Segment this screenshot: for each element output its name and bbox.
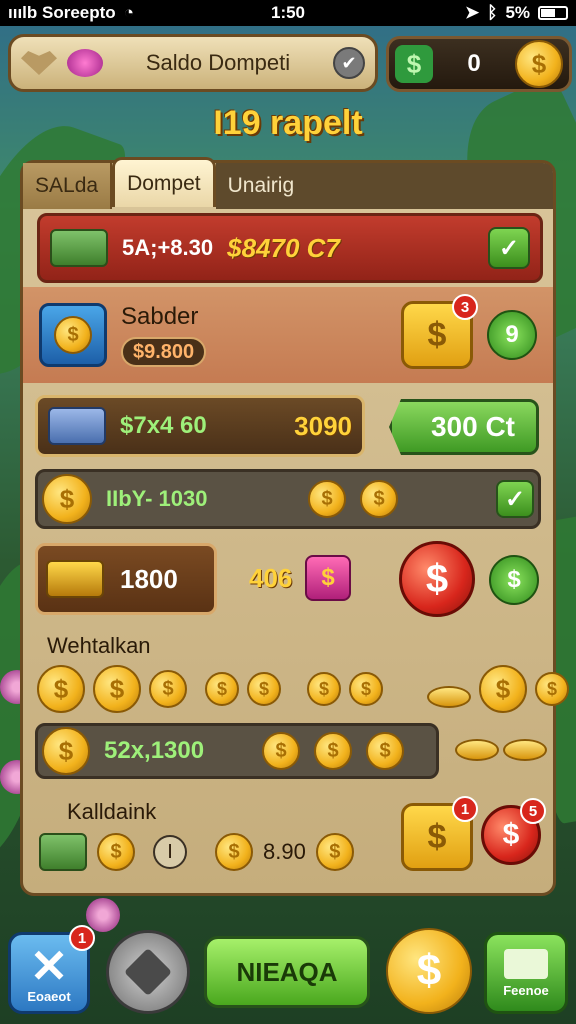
- coin-balance: 0: [467, 50, 481, 77]
- menu-button[interactable]: [106, 930, 190, 1014]
- location-icon: ➤: [464, 3, 480, 22]
- page-heading: I19 rapelt: [213, 104, 363, 142]
- coin-row-value: IIbY- 1030: [106, 486, 208, 511]
- row-value: 5A;+8.30: [122, 235, 214, 260]
- coin-icon: $: [366, 732, 404, 770]
- shop-button[interactable]: Feenoe: [484, 932, 568, 1014]
- gold-bar-icon: [46, 560, 104, 598]
- notification-badge: 5: [520, 798, 546, 824]
- coin-icon: $: [247, 672, 281, 706]
- coin-icon: $: [262, 732, 300, 770]
- coin-icon: $: [307, 672, 341, 706]
- coin-icon: $: [42, 474, 92, 524]
- coin-row: $ IIbY- 1030 $ $ ✓: [35, 469, 541, 529]
- tab-unairig[interactable]: Unairig: [215, 163, 553, 209]
- coin-icon: $: [349, 672, 383, 706]
- status-bar: ııılb Soreepto ◔ 1:50 ➤ ᛒ 5%: [0, 0, 576, 26]
- diamond-icon: [123, 947, 173, 997]
- tab-dompet[interactable]: Dompet: [112, 157, 216, 207]
- close-icon: ✕: [29, 939, 69, 992]
- coin-stack-group: [455, 739, 547, 761]
- cash-stack-icon: [39, 833, 87, 871]
- withdraw-bar[interactable]: $ 52x,1300 $ $ $: [35, 723, 439, 779]
- carrier-label: ııılb Soreepto: [8, 3, 116, 22]
- primary-action-button[interactable]: NIEAQA: [204, 936, 370, 1008]
- confirm-check-button[interactable]: ✓: [496, 480, 534, 518]
- gold-mid-value: 406: [249, 563, 293, 593]
- tab-bar: SALda Dompet Unairig: [23, 157, 553, 209]
- gold-amount: 1800: [120, 563, 178, 594]
- green-action-button[interactable]: 9: [487, 310, 537, 360]
- coin-stack-icon: [503, 739, 547, 761]
- coin-shop-button[interactable]: $: [386, 928, 472, 1014]
- gold-coin-button[interactable]: $3: [401, 294, 478, 369]
- battery-percent: 5%: [505, 3, 531, 22]
- header-title: Saldo Dompeti: [145, 50, 291, 75]
- account-row: $ Sabder $9.800 $3 9: [23, 287, 553, 383]
- kalldaink-label: Kalldaink: [67, 799, 157, 824]
- row-amount: $8470 C7: [227, 232, 340, 263]
- battery-icon: [538, 6, 569, 20]
- coin-stack-icon: $: [39, 303, 107, 367]
- bluetooth-icon: ᛒ: [487, 3, 498, 22]
- cash-icon: [48, 407, 106, 445]
- kalldaink-row: $ I $ 8.90 $: [39, 833, 354, 871]
- tab-saldo[interactable]: SALda: [23, 163, 113, 209]
- bottom-nav: ✕ Eoaeot 1 NIEAQA $ Feenoe: [0, 925, 576, 1024]
- withdraw-amount: 52x,1300: [104, 737, 205, 764]
- check-icon[interactable]: ✔: [333, 47, 365, 79]
- coin-icon: $: [93, 665, 141, 713]
- coin-icon: $: [308, 480, 346, 518]
- account-name: Sabder: [121, 303, 199, 330]
- coin-icon: $: [97, 833, 135, 871]
- notification-badge: 3: [452, 294, 478, 320]
- coin-icon: $: [315, 833, 354, 871]
- coin-balance-bar[interactable]: $ 0 $: [386, 36, 572, 92]
- wallet-header: Saldo Dompeti ✔: [8, 34, 378, 92]
- account-amount: $9.800: [121, 337, 207, 367]
- confirm-check-button[interactable]: ✓: [488, 227, 530, 269]
- transaction-row[interactable]: 5A;+8.30 $8470 C7 ✓: [37, 213, 543, 283]
- exchange-row: $7x4 60 3090: [35, 395, 365, 457]
- info-oval[interactable]: I: [153, 835, 187, 869]
- wallet-panel: SALda Dompet Unairig 5A;+8.30 $8470 C7 ✓…: [20, 157, 569, 896]
- coin-icon: $: [215, 833, 253, 871]
- coin-strip: $ $ $ $ $ $ $ $ $: [37, 665, 569, 713]
- shop-label: Feenoe: [503, 982, 549, 998]
- red-coin-button[interactable]: $: [399, 541, 475, 617]
- wifi-icon: ◔: [123, 3, 134, 22]
- coin-icon: $: [515, 40, 563, 88]
- coin-icon: $: [42, 727, 90, 775]
- red-reward-button[interactable]: $5: [481, 798, 546, 865]
- close-label: Eoaeot: [27, 988, 71, 1004]
- gem-icon: [67, 49, 103, 77]
- coin-stack-icon: [427, 686, 471, 708]
- coin-icon: $: [149, 670, 187, 708]
- coin-stack-icon: [455, 739, 499, 761]
- gold-reward-button[interactable]: $1: [401, 796, 478, 871]
- pink-coin-button[interactable]: $: [305, 555, 351, 601]
- green-coin-button[interactable]: $: [489, 555, 539, 605]
- shop-icon: [504, 948, 548, 979]
- cash-icon: $: [395, 45, 433, 83]
- coin-icon: $: [535, 672, 569, 706]
- coin-icon: $: [360, 480, 398, 518]
- exchange-rate: $7x4 60: [120, 412, 207, 439]
- clock: 1:50: [270, 3, 306, 22]
- coin-icon: $: [205, 672, 239, 706]
- heart-icon[interactable]: [21, 51, 57, 75]
- exchange-amount: 3090: [294, 410, 352, 441]
- withdraw-label: Wehtalkan: [47, 633, 151, 658]
- cash-stack-icon: [50, 229, 108, 267]
- coin-icon: $: [37, 665, 85, 713]
- exchange-button[interactable]: 300 Ct: [389, 399, 539, 455]
- notification-badge: 1: [452, 796, 478, 822]
- notification-badge: 1: [69, 925, 95, 951]
- coin-icon: $: [314, 732, 352, 770]
- close-button[interactable]: ✕ Eoaeot 1: [8, 925, 95, 1014]
- coin-icon: $: [479, 665, 527, 713]
- kalldaink-value: 8.90: [263, 839, 306, 864]
- gold-row: 1800: [35, 543, 217, 615]
